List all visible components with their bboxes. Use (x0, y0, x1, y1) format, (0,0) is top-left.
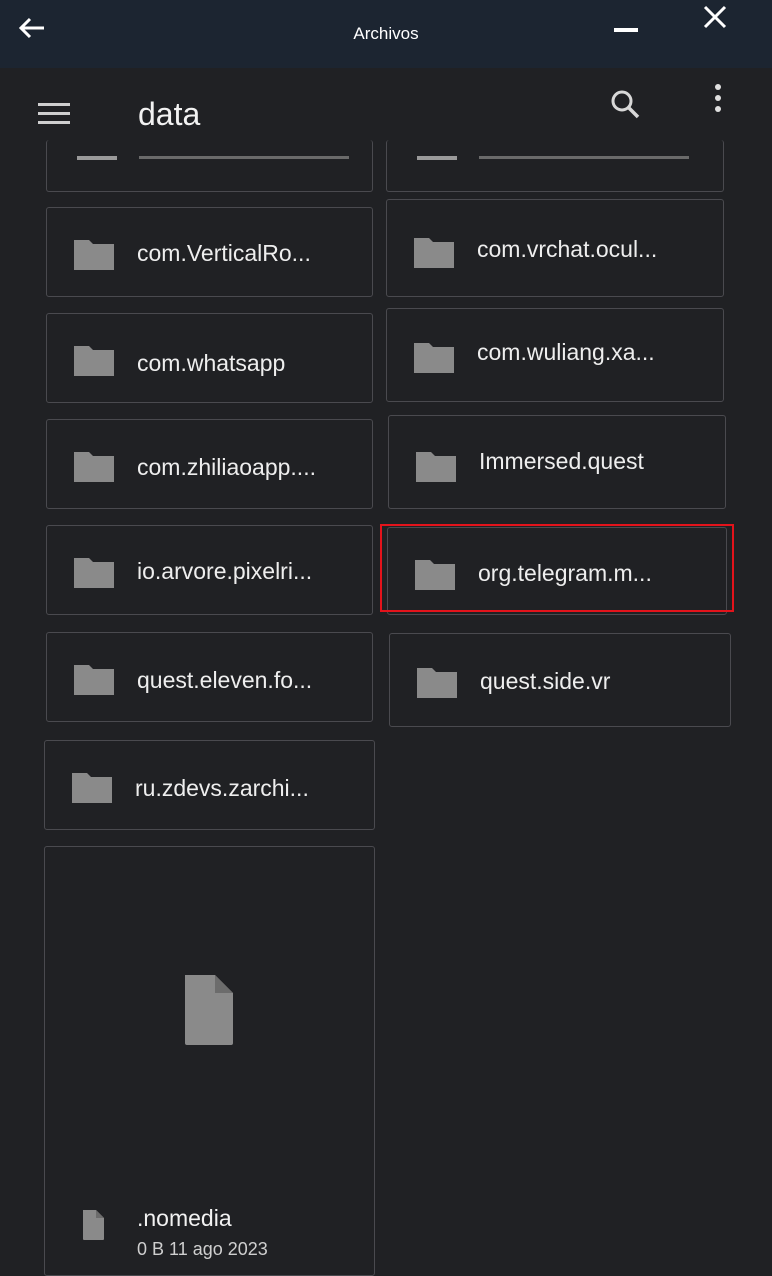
folder-label: quest.eleven.fo... (137, 667, 313, 693)
folder-tile[interactable]: ru.zdevs.zarchi... (44, 740, 375, 830)
file-meta: 0 B 11 ago 2023 (137, 1239, 268, 1259)
menu-icon[interactable] (36, 100, 74, 130)
folder-tile[interactable]: quest.eleven.fo... (46, 632, 373, 722)
folder-tile[interactable]: com.vrchat.ocul... (386, 199, 724, 297)
folder-icon (74, 346, 114, 376)
folder-label: Immersed.quest (479, 448, 644, 474)
folder-icon (417, 668, 457, 698)
folder-tile[interactable]: com.wuliang.xa... (386, 308, 724, 402)
close-icon[interactable] (700, 4, 730, 34)
folder-tile[interactable]: Immersed.quest (388, 415, 726, 509)
folder-label: com.VerticalRo... (137, 240, 311, 266)
folder-tile-partial[interactable] (386, 140, 724, 192)
folder-icon (417, 156, 457, 160)
folder-label: io.arvore.pixelri... (137, 558, 313, 584)
folder-label-partial (479, 156, 689, 159)
folder-icon (74, 665, 114, 695)
folder-icon (74, 240, 114, 270)
file-icon (185, 975, 233, 1045)
folder-icon (74, 558, 114, 588)
minimize-icon[interactable] (612, 14, 640, 36)
folder-label: com.wuliang.xa... (477, 339, 655, 365)
folder-label: ru.zdevs.zarchi... (135, 775, 309, 801)
folder-icon (414, 343, 454, 373)
window-titlebar: Archivos (0, 0, 772, 68)
search-icon[interactable] (608, 86, 642, 122)
folder-label: com.vrchat.ocul... (477, 236, 658, 262)
file-tile[interactable]: .nomedia 0 B 11 ago 2023 (44, 846, 375, 1276)
folder-icon (416, 452, 456, 482)
folder-tile[interactable]: com.VerticalRo... (46, 207, 373, 297)
folder-label: com.zhiliaoapp.... (137, 454, 316, 480)
current-folder-title: data (138, 96, 201, 132)
folder-tile[interactable]: io.arvore.pixelri... (46, 525, 373, 615)
window-title: Archivos (353, 24, 419, 43)
folder-label: quest.side.vr (480, 668, 611, 694)
folder-tile-partial[interactable] (46, 140, 373, 192)
folder-label-partial (139, 156, 349, 159)
folder-icon (77, 156, 117, 160)
folder-tile[interactable]: com.whatsapp (46, 313, 373, 403)
file-name: .nomedia (137, 1205, 232, 1231)
folder-icon (74, 452, 114, 482)
more-options-icon[interactable] (708, 82, 728, 118)
folder-icon (414, 238, 454, 268)
highlight-box (380, 524, 734, 612)
folder-tile[interactable]: quest.side.vr (389, 633, 731, 727)
folder-tile[interactable]: com.zhiliaoapp.... (46, 419, 373, 509)
folder-label: com.whatsapp (137, 350, 286, 376)
file-icon (83, 1210, 104, 1240)
folder-icon (72, 773, 112, 803)
